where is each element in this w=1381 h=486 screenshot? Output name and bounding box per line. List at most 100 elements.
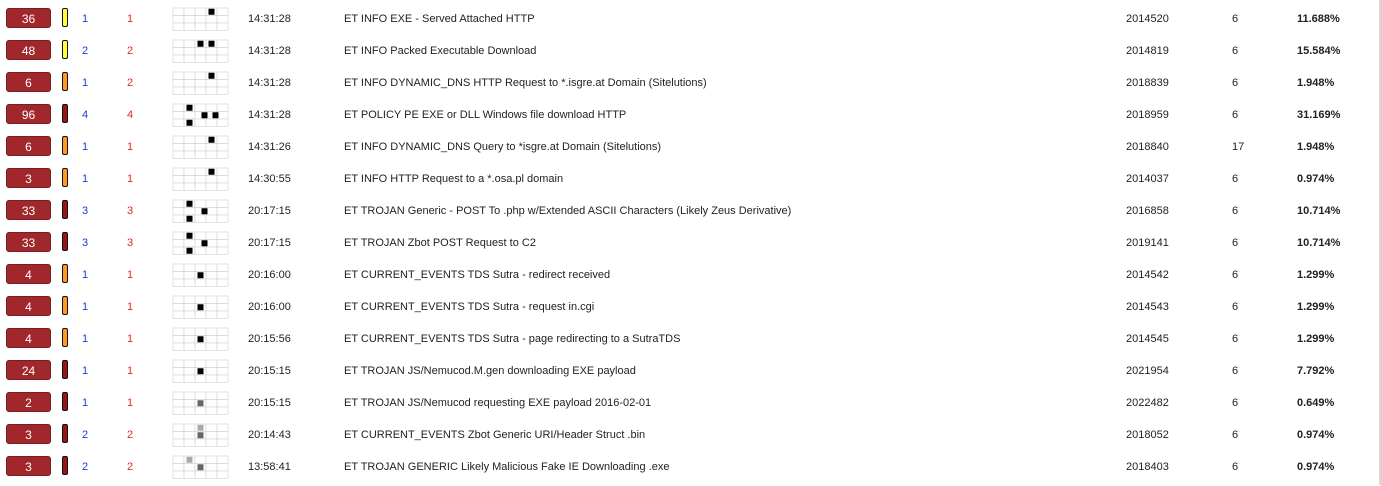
grid-cell (172, 150, 185, 159)
table-row[interactable]: 3 2 2 20:14:43 ET CURRENT_EVENTS Zbot Generi… (0, 422, 1381, 454)
signature-link[interactable]: ET INFO DYNAMIC_DNS Query to *isgre.at D… (344, 141, 661, 153)
destination-count-link[interactable]: 2 (127, 429, 133, 441)
event-count-button[interactable]: 3 (6, 424, 51, 444)
signature-link[interactable]: ET CURRENT_EVENTS TDS Sutra - page redir… (344, 333, 680, 345)
event-count-button[interactable]: 3 (6, 456, 51, 476)
table-row[interactable]: 2 1 1 20:15:15 ET TROJAN JS/Nemucod requesti… (0, 390, 1381, 422)
event-count-button[interactable]: 2 (6, 392, 51, 412)
source-count-link[interactable]: 1 (82, 397, 88, 409)
destination-count-link[interactable]: 1 (127, 173, 133, 185)
table-row[interactable]: 33 3 3 20:17:15 ET TROJAN Generic - POST To … (0, 198, 1381, 230)
grid-cell (183, 71, 196, 80)
table-row[interactable]: 3 2 2 13:58:41 ET TROJAN GENERIC Likely Mali… (0, 454, 1381, 486)
grid-cell (183, 239, 196, 248)
event-percentage: 10.714% (1297, 205, 1341, 217)
event-count-button[interactable]: 36 (6, 8, 51, 28)
event-count-button[interactable]: 6 (6, 72, 51, 92)
destination-count-link[interactable]: 3 (127, 205, 133, 217)
table-row[interactable]: 48 2 2 14:31:28 ET INFO Packed Executable Do… (0, 38, 1381, 70)
signature-link[interactable]: ET INFO Packed Executable Download (344, 45, 536, 57)
destination-count-link[interactable]: 2 (127, 461, 133, 473)
source-count-link[interactable]: 2 (82, 429, 88, 441)
event-count-button[interactable]: 4 (6, 328, 51, 348)
destination-count-link[interactable]: 2 (127, 77, 133, 89)
source-count-link[interactable]: 1 (82, 77, 88, 89)
last-seen-time: 14:31:28 (248, 77, 291, 89)
signature-link[interactable]: ET CURRENT_EVENTS TDS Sutra - redirect r… (344, 269, 610, 281)
event-count-button[interactable]: 4 (6, 296, 51, 316)
signature-link[interactable]: ET CURRENT_EVENTS Zbot Generic URI/Heade… (344, 429, 645, 441)
destination-count-link[interactable]: 1 (127, 13, 133, 25)
event-count-button[interactable]: 48 (6, 40, 51, 60)
signature-id: 2018052 (1126, 429, 1169, 441)
grid-cell (172, 182, 185, 191)
table-row[interactable]: 33 3 3 20:17:15 ET TROJAN Zbot POST Request … (0, 230, 1381, 262)
table-row[interactable]: 4 1 1 20:16:00 ET CURRENT_EVENTS TDS Sutra -… (0, 262, 1381, 294)
table-row[interactable]: 4 1 1 20:16:00 ET CURRENT_EVENTS TDS Sutra -… (0, 294, 1381, 326)
source-count-link[interactable]: 1 (82, 333, 88, 345)
grid-cell (216, 79, 229, 88)
event-count-button[interactable]: 6 (6, 136, 51, 156)
source-count-link[interactable]: 3 (82, 205, 88, 217)
source-count-link[interactable]: 2 (82, 461, 88, 473)
grid-cell (172, 214, 185, 223)
signature-link[interactable]: ET TROJAN GENERIC Likely Malicious Fake … (344, 461, 669, 473)
destination-count-link[interactable]: 2 (127, 45, 133, 57)
signature-link[interactable]: ET TROJAN JS/Nemucod.M.gen downloading E… (344, 365, 636, 377)
signature-link[interactable]: ET INFO EXE - Served Attached HTTP (344, 13, 535, 25)
event-count-button[interactable]: 33 (6, 232, 51, 252)
event-count-button[interactable]: 24 (6, 360, 51, 380)
destination-count-link[interactable]: 1 (127, 333, 133, 345)
destination-count-link[interactable]: 1 (127, 365, 133, 377)
table-row[interactable]: 36 1 1 14:31:28 ET INFO EXE - Served Attache… (0, 6, 1381, 38)
source-count-link[interactable]: 1 (82, 269, 88, 281)
signature-link[interactable]: ET INFO HTTP Request to a *.osa.pl domai… (344, 173, 563, 185)
table-row[interactable]: 6 1 2 14:31:28 ET INFO DYNAMIC_DNS HTTP Requ… (0, 70, 1381, 102)
grid-cell (172, 239, 185, 248)
source-count-link[interactable]: 1 (82, 13, 88, 25)
signature-link[interactable]: ET TROJAN JS/Nemucod requesting EXE payl… (344, 397, 651, 409)
grid-cell (205, 423, 218, 432)
signature-link[interactable]: ET POLICY PE EXE or DLL Windows file dow… (344, 109, 626, 121)
source-count-link[interactable]: 1 (82, 301, 88, 313)
table-row[interactable]: 4 1 1 20:15:56 ET CURRENT_EVENTS TDS Sutra -… (0, 326, 1381, 358)
signature-link[interactable]: ET INFO DYNAMIC_DNS HTTP Request to *.is… (344, 77, 707, 89)
event-count-button[interactable]: 96 (6, 104, 51, 124)
table-row[interactable]: 6 1 1 14:31:26 ET INFO DYNAMIC_DNS Query to … (0, 134, 1381, 166)
grid-cell (172, 111, 185, 120)
signature-link[interactable]: ET TROJAN Zbot POST Request to C2 (344, 237, 536, 249)
grid-cell (172, 455, 185, 464)
source-count-link[interactable]: 2 (82, 45, 88, 57)
last-seen-time: 13:58:41 (248, 461, 291, 473)
grid-cell (194, 71, 207, 80)
grid-cell (205, 406, 218, 415)
grid-cell (216, 263, 229, 272)
event-count-button[interactable]: 4 (6, 264, 51, 284)
grid-cell (216, 239, 229, 248)
priority-indicator (62, 360, 68, 379)
signature-link[interactable]: ET CURRENT_EVENTS TDS Sutra - request in… (344, 301, 594, 313)
table-row[interactable]: 24 1 1 20:15:15 ET TROJAN JS/Nemucod.M.gen d… (0, 358, 1381, 390)
priority-indicator (62, 232, 68, 251)
source-count-link[interactable]: 4 (82, 109, 88, 121)
source-count-link[interactable]: 3 (82, 237, 88, 249)
table-row[interactable]: 96 4 4 14:31:28 ET POLICY PE EXE or DLL Wind… (0, 102, 1381, 134)
event-count-button[interactable]: 33 (6, 200, 51, 220)
source-count-link[interactable]: 1 (82, 365, 88, 377)
destination-count-link[interactable]: 1 (127, 397, 133, 409)
event-count-button[interactable]: 3 (6, 168, 51, 188)
destination-count-link[interactable]: 1 (127, 141, 133, 153)
grid-cell (194, 391, 207, 400)
grid-cell (172, 7, 185, 16)
source-count-link[interactable]: 1 (82, 141, 88, 153)
grid-cell (216, 71, 229, 80)
destination-count-link[interactable]: 1 (127, 301, 133, 313)
destination-count-link[interactable]: 3 (127, 237, 133, 249)
table-row[interactable]: 3 1 1 14:30:55 ET INFO HTTP Request to a *.o… (0, 166, 1381, 198)
activity-mark (212, 112, 219, 119)
source-count-link[interactable]: 1 (82, 173, 88, 185)
grid-cell (194, 310, 207, 319)
destination-count-link[interactable]: 4 (127, 109, 133, 121)
signature-link[interactable]: ET TROJAN Generic - POST To .php w/Exten… (344, 205, 791, 217)
destination-count-link[interactable]: 1 (127, 269, 133, 281)
